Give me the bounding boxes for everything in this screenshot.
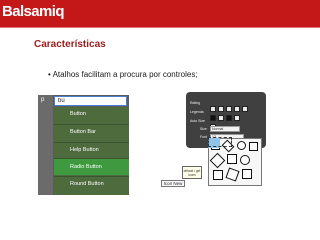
list-item-label: Help Button — [70, 147, 99, 153]
brand-bar: Balsamiq — [0, 0, 320, 27]
list-item-button[interactable]: Button — [54, 107, 129, 121]
palette-sidebar: p — [38, 95, 53, 195]
legend-icons-row — [210, 108, 242, 121]
icon-option[interactable] — [218, 115, 224, 121]
size-select[interactable]: Normal — [210, 126, 240, 132]
legend-label: Legenda — [190, 110, 204, 114]
square-shape-icon[interactable] — [242, 169, 252, 179]
circle-shape-icon[interactable] — [240, 155, 250, 165]
list-item-label: Button Bar — [70, 129, 96, 135]
rating-icons-row — [210, 99, 250, 112]
list-item-label: Button — [70, 111, 86, 117]
rating-label: Rating — [190, 101, 201, 105]
square-shape-icon[interactable] — [213, 170, 223, 180]
component-palette-screenshot: p Button Button Bar Help Button Radio Bu… — [38, 95, 129, 195]
sticky-note: default / get icons — [182, 166, 202, 179]
list-item-button-bar[interactable]: Button Bar — [54, 125, 129, 139]
list-item-label: Round Button — [70, 181, 104, 187]
icon-option[interactable] — [242, 106, 248, 112]
list-item-round-button[interactable]: Round Button — [54, 177, 129, 191]
size-label: Size — [200, 127, 207, 131]
icon-editor-screenshot: Rating Legenda Auto Size Size Normal Fon… — [161, 92, 266, 193]
list-item-help-button[interactable]: Help Button — [54, 143, 129, 157]
circle-shape-icon[interactable] — [237, 141, 246, 150]
component-results-list: Button Button Bar Help Button Radio Butt… — [54, 107, 129, 195]
palette-sidebar-glyph: p — [41, 97, 45, 103]
star-shape-icon[interactable] — [249, 142, 258, 151]
slide-title: Características — [34, 39, 106, 50]
new-icon-button[interactable]: Icon New — [161, 180, 185, 187]
rotated-square-icon[interactable] — [209, 152, 226, 169]
selection-box — [208, 137, 232, 147]
icon-option[interactable] — [234, 115, 240, 121]
list-item-radio-button[interactable]: Radio Button — [54, 159, 129, 175]
box-shape-icon[interactable] — [227, 154, 237, 164]
brand-logo: Balsamiq — [2, 3, 65, 20]
icon-option[interactable] — [226, 115, 232, 121]
brand-divider — [0, 27, 320, 28]
list-item-label: Radio Button — [70, 164, 102, 170]
auto-size-label: Auto Size — [190, 119, 205, 123]
font-label: Font — [200, 135, 208, 139]
auto-size-row — [210, 117, 218, 130]
arrow-shape-icon[interactable] — [225, 167, 240, 182]
slide-bullet: • Atalhos facilitam a procura por contro… — [48, 70, 198, 79]
component-search-input[interactable] — [54, 96, 127, 106]
